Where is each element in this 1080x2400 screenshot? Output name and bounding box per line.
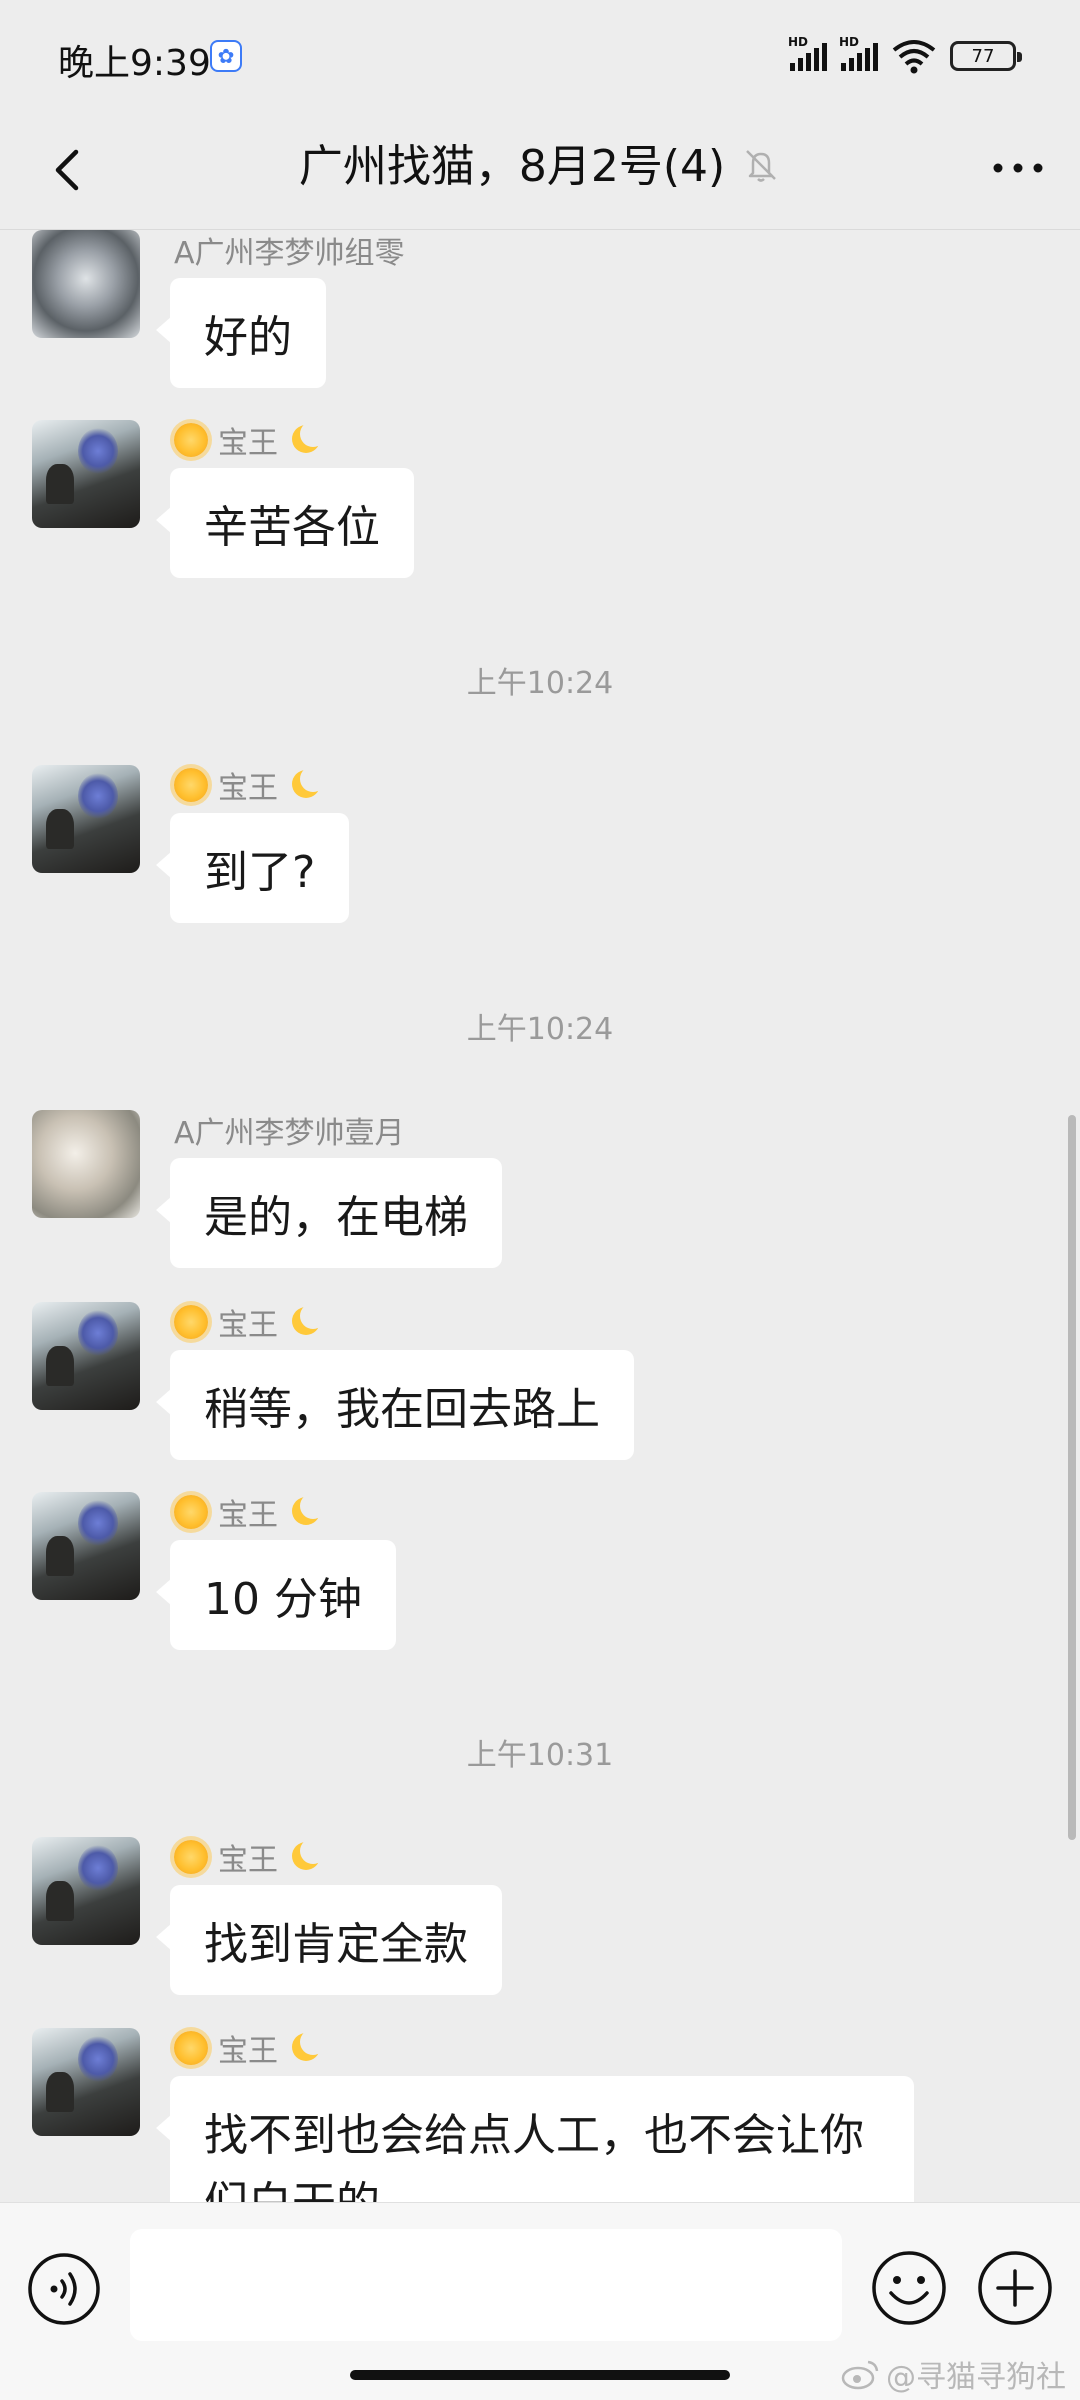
status-bar: 晚上9:39 ✿ HD HD 77 [0, 0, 1080, 110]
sun-emoji-icon [174, 1840, 208, 1874]
battery-icon: 77 [950, 41, 1022, 71]
plus-icon[interactable] [976, 2249, 1054, 2327]
sender-name-line: 宝王 [174, 765, 326, 806]
signal-hd-label: HD [839, 35, 860, 49]
signal-icon: HD [788, 35, 827, 71]
moon-emoji-icon [288, 1838, 326, 1874]
sender-name-line: A广州李梦帅组零 [174, 230, 405, 271]
timestamp: 上午10:24 [466, 1012, 614, 1047]
message-bubble[interactable]: 是的，在电梯 [156, 1158, 502, 1268]
message-input[interactable] [130, 2229, 842, 2341]
avatar[interactable] [32, 230, 140, 338]
home-indicator[interactable] [350, 2370, 730, 2380]
moon-emoji-icon [288, 766, 326, 802]
message-bubble[interactable]: 好的 [156, 278, 326, 388]
message-bubble[interactable]: 稍等，我在回去路上 [156, 1350, 634, 1460]
message-bubble[interactable]: 找到肯定全款 [156, 1885, 502, 1995]
timestamp: 上午10:31 [466, 1738, 614, 1773]
sun-emoji-icon [174, 1495, 208, 1529]
sender-name-line: 宝王 [174, 1302, 326, 1343]
sender-name: 宝王 [218, 1843, 278, 1878]
moon-emoji-icon [288, 421, 326, 457]
message-list[interactable]: A广州李梦帅组零 好的 宝王 辛苦各位 上午10:24 宝王 到了? 上午10:… [0, 230, 1080, 2202]
battery-level: 77 [971, 45, 995, 67]
sender-name-line: A广州李梦帅壹月 [174, 1110, 405, 1151]
sun-emoji-icon [174, 2031, 208, 2065]
wifi-icon [892, 40, 936, 74]
sender-name: A广州李梦帅组零 [174, 236, 405, 271]
timestamp: 上午10:24 [466, 666, 614, 701]
watermark: @寻猫寻狗社 [840, 2352, 1066, 2396]
bell-off-icon [746, 150, 777, 182]
sun-emoji-icon [174, 1305, 208, 1339]
status-indicators: HD HD 77 [788, 35, 1022, 76]
avatar[interactable] [32, 765, 140, 873]
sender-name: 宝王 [218, 771, 278, 806]
avatar[interactable] [32, 1837, 140, 1945]
chat-header: 广州找猫，8月2号(4) [0, 110, 1080, 230]
moon-emoji-icon [288, 1493, 326, 1529]
sender-name-line: 宝王 [174, 1837, 326, 1878]
watermark-text: @寻猫寻狗社 [886, 2360, 1066, 2395]
sender-name: 宝王 [218, 426, 278, 461]
paw-app-icon: ✿ [210, 40, 242, 72]
sender-name-line: 宝王 [174, 2028, 326, 2069]
moon-emoji-icon [288, 1303, 326, 1339]
more-dots-icon[interactable] [988, 148, 1048, 188]
signal-icon: HD [839, 35, 878, 71]
emoji-icon[interactable] [870, 2249, 948, 2327]
message-bubble[interactable]: 辛苦各位 [156, 468, 414, 578]
moon-emoji-icon [288, 2029, 326, 2065]
avatar[interactable] [32, 2028, 140, 2136]
voice-icon[interactable] [26, 2251, 102, 2327]
message-bubble[interactable]: 10 分钟 [156, 1540, 396, 1650]
avatar[interactable] [32, 1302, 140, 1410]
sun-emoji-icon [174, 768, 208, 802]
message-bubble[interactable]: 找不到也会给点人工，也不会让你们白干的 [156, 2076, 914, 2202]
sender-name: 宝王 [218, 2034, 278, 2069]
sender-name: 宝王 [218, 1498, 278, 1533]
sun-emoji-icon [174, 423, 208, 457]
avatar[interactable] [32, 1492, 140, 1600]
sender-name: 宝王 [218, 1308, 278, 1343]
sender-name: A广州李梦帅壹月 [174, 1116, 405, 1151]
chat-title-group: 广州找猫，8月2号(4) [0, 130, 1080, 194]
weibo-icon [841, 2360, 879, 2390]
chat-title: 广州找猫，8月2号(4) [298, 141, 726, 192]
scrollbar[interactable] [1068, 1115, 1076, 1840]
status-time: 晚上9:39 [58, 43, 211, 84]
signal-hd-label: HD [788, 35, 809, 49]
sender-name-line: 宝王 [174, 1492, 326, 1533]
message-bubble[interactable]: 到了? [155, 813, 350, 923]
avatar[interactable] [32, 420, 140, 528]
avatar[interactable] [32, 1110, 140, 1218]
sender-name-line: 宝王 [174, 420, 326, 461]
